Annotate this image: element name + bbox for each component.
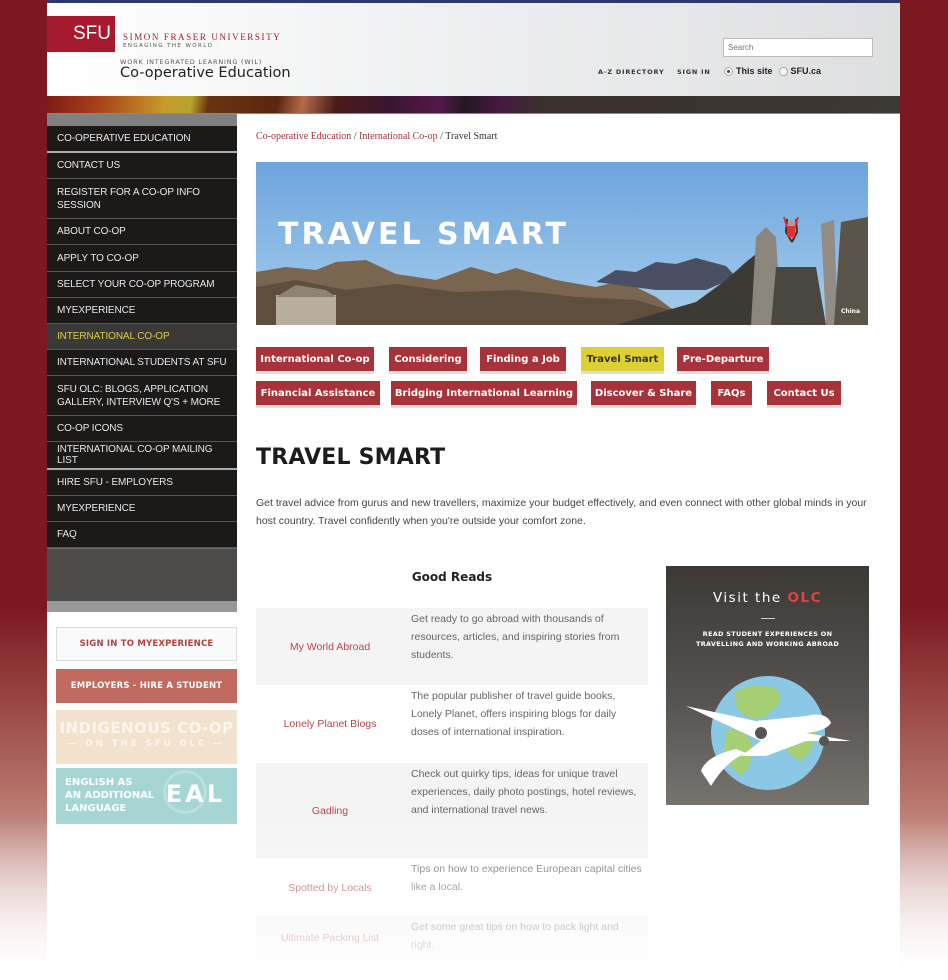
sidebar-item-sfu-olc[interactable]: SFU OLC: BLOGS, APPLICATION GALLERY, INT… bbox=[47, 376, 237, 416]
logo-text: SFU bbox=[73, 23, 111, 44]
olc-subtitle-line-2: TRAVELLING AND WORKING ABROAD bbox=[695, 640, 840, 648]
table-row: Spotted by Locals Tips on how to experie… bbox=[256, 858, 648, 918]
sidebar-item-hire-sfu[interactable]: HIRE SFU - EMPLOYERS bbox=[47, 470, 237, 496]
olc-subtitle-line-1: READ STUDENT EXPERIENCES ON bbox=[702, 630, 833, 638]
sfu-logo[interactable]: SFU bbox=[47, 16, 115, 52]
eal-line-2: AN ADDITIONAL bbox=[65, 790, 155, 801]
decorative-banner bbox=[47, 96, 900, 114]
eal-line-3: LANGUAGE bbox=[65, 803, 127, 814]
tab-considering[interactable]: Considering bbox=[389, 347, 467, 371]
read-link-ultimate-packing-list[interactable]: Ultimate Packing List bbox=[256, 932, 404, 944]
tab-finding-a-job[interactable]: Finding a Job bbox=[480, 347, 566, 371]
breadcrumb-co-operative-education[interactable]: Co-operative Education bbox=[256, 131, 351, 142]
hero-caption: China bbox=[840, 308, 860, 315]
site-header: SFU SIMON FRASER UNIVERSITY ENGAGING THE… bbox=[47, 3, 900, 96]
eal-line-1: ENGLISH AS bbox=[65, 777, 133, 788]
sidebar-cap bbox=[47, 114, 237, 126]
sidebar-item-myexperience-2[interactable]: MYEXPERIENCE bbox=[47, 496, 237, 522]
sidebar-bottom bbox=[47, 601, 237, 612]
sidebar-item-contact-us[interactable]: CONTACT US bbox=[47, 153, 237, 179]
table-row: Lonely Planet Blogs The popular publishe… bbox=[256, 685, 648, 763]
indigenous-co-op-promo[interactable]: INDIGENOUS CO-OP — ON THE SFU OLC — bbox=[56, 710, 237, 764]
sidebar-item-register-info-session[interactable]: REGISTER FOR A CO-OP INFO SESSION bbox=[47, 179, 237, 219]
tab-discover-share[interactable]: Discover & Share bbox=[591, 381, 696, 405]
olc-title-highlight: OLC bbox=[787, 590, 822, 606]
read-description: The popular publisher of travel guide bo… bbox=[411, 690, 617, 738]
olc-subtitle: READ STUDENT EXPERIENCES ON TRAVELLING A… bbox=[666, 629, 869, 649]
radio-this-site-label: This site bbox=[736, 66, 773, 76]
olc-title-prefix: Visit the bbox=[712, 590, 788, 606]
eal-promo-text: ENGLISH AS AN ADDITIONAL LANGUAGE bbox=[65, 776, 154, 815]
sidebar-nav: CO-OPERATIVE EDUCATION CONTACT US REGIST… bbox=[47, 114, 237, 612]
tab-international-co-op[interactable]: International Co-op bbox=[256, 347, 374, 371]
read-description: Tips on how to experience European capit… bbox=[411, 863, 642, 893]
sidebar-item-co-operative-education[interactable]: CO-OPERATIVE EDUCATION bbox=[47, 126, 237, 153]
eal-promo[interactable]: ENGLISH AS AN ADDITIONAL LANGUAGE EAL bbox=[56, 768, 237, 824]
read-link-my-world-abroad[interactable]: My World Abroad bbox=[256, 641, 404, 653]
search-scope: This site SFU.ca bbox=[724, 66, 821, 76]
university-tagline: ENGAGING THE WORLD bbox=[123, 43, 214, 49]
breadcrumb-current: Travel Smart bbox=[445, 131, 498, 142]
hero-banner: TRAVEL SMART China bbox=[256, 162, 868, 325]
table-row: Gadling Check out quirky tips, ideas for… bbox=[256, 763, 648, 858]
radio-this-site[interactable] bbox=[724, 66, 733, 76]
good-reads-table: My World Abroad Get ready to go abroad w… bbox=[256, 608, 648, 960]
tab-travel-smart[interactable]: Travel Smart bbox=[581, 347, 664, 371]
sidebar-item-international-students[interactable]: INTERNATIONAL STUDENTS AT SFU bbox=[47, 350, 237, 376]
sidebar-item-mailing-list[interactable]: INTERNATIONAL CO-OP MAILING LIST bbox=[47, 442, 237, 470]
tab-financial-assistance[interactable]: Financial Assistance bbox=[256, 381, 380, 405]
page-title: TRAVEL SMART bbox=[256, 445, 446, 470]
eal-badge: EAL bbox=[165, 780, 225, 808]
search-input[interactable] bbox=[723, 38, 873, 57]
page-container: SFU SIMON FRASER UNIVERSITY ENGAGING THE… bbox=[47, 0, 900, 980]
sign-in-link[interactable]: SIGN IN bbox=[677, 68, 711, 76]
hero-title: TRAVEL SMART bbox=[278, 217, 569, 252]
intro-paragraph: Get travel advice from gurus and new tra… bbox=[256, 497, 867, 527]
table-row: Ultimate Packing List Get some great tip… bbox=[256, 916, 648, 960]
department-title[interactable]: Co-operative Education bbox=[120, 65, 291, 81]
good-reads-heading: Good Reads bbox=[411, 570, 493, 584]
breadcrumb: Co-operative Education / International C… bbox=[256, 131, 497, 142]
tab-pre-departure[interactable]: Pre-Departure bbox=[677, 347, 769, 371]
read-link-spotted-by-locals[interactable]: Spotted by Locals bbox=[256, 882, 404, 894]
visit-olc-promo[interactable]: Visit the OLC READ STUDENT EXPERIENCES O… bbox=[666, 566, 869, 805]
sidebar-item-international-co-op[interactable]: INTERNATIONAL CO-OP bbox=[47, 324, 237, 350]
tab-contact-us[interactable]: Contact Us bbox=[767, 381, 841, 405]
sidebar-item-apply[interactable]: APPLY TO CO-OP bbox=[47, 245, 237, 272]
radio-sfu-ca-label: SFU.ca bbox=[790, 66, 822, 76]
sign-in-myexperience-button[interactable]: SIGN IN TO MYEXPERIENCE bbox=[56, 627, 237, 661]
indigenous-promo-title: INDIGENOUS CO-OP bbox=[59, 719, 234, 737]
read-link-gadling[interactable]: Gadling bbox=[256, 805, 404, 817]
sidebar-item-co-op-icons[interactable]: CO-OP ICONS bbox=[47, 416, 237, 442]
university-name[interactable]: SIMON FRASER UNIVERSITY bbox=[123, 32, 281, 42]
globe-airplane-icon bbox=[686, 676, 851, 790]
sidebar-item-select-program[interactable]: SELECT YOUR CO-OP PROGRAM bbox=[47, 272, 237, 298]
breadcrumb-international-co-op[interactable]: International Co-op bbox=[359, 131, 438, 142]
olc-divider bbox=[760, 618, 775, 619]
tab-faqs[interactable]: FAQs bbox=[711, 381, 752, 405]
sidebar-texture bbox=[47, 548, 237, 601]
read-link-lonely-planet[interactable]: Lonely Planet Blogs bbox=[256, 718, 404, 730]
olc-title: Visit the OLC bbox=[666, 590, 869, 606]
read-description: Check out quirky tips, ideas for unique … bbox=[411, 768, 637, 816]
employers-hire-button[interactable]: EMPLOYERS - HIRE A STUDENT bbox=[56, 669, 237, 703]
indigenous-promo-subtitle: — ON THE SFU OLC — bbox=[68, 739, 225, 749]
sidebar-item-faq[interactable]: FAQ bbox=[47, 522, 237, 548]
read-description: Get some great tips on how to pack light… bbox=[411, 921, 619, 951]
radio-sfu-ca[interactable] bbox=[778, 66, 788, 76]
tab-bridging-international-learning[interactable]: Bridging International Learning bbox=[391, 381, 577, 405]
sidebar-item-myexperience[interactable]: MYEXPERIENCE bbox=[47, 298, 237, 324]
az-directory-link[interactable]: A-Z DIRECTORY bbox=[598, 68, 664, 76]
sidebar-item-about-co-op[interactable]: ABOUT CO-OP bbox=[47, 219, 237, 245]
read-description: Get ready to go abroad with thousands of… bbox=[411, 613, 620, 661]
breadcrumb-separator: / bbox=[351, 131, 360, 142]
table-row: My World Abroad Get ready to go abroad w… bbox=[256, 608, 648, 685]
